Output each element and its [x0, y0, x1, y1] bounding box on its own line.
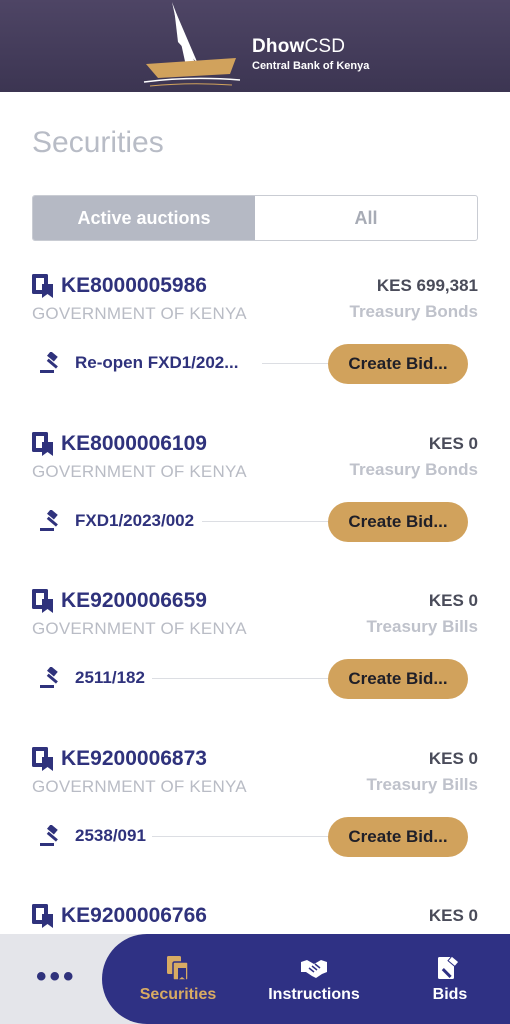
brand: DhowCSD Central Bank of Kenya [252, 36, 369, 72]
security-type: Treasury Bills [366, 774, 478, 794]
security-amount: KES 699,381 [376, 276, 478, 295]
security-issuer: GOVERNMENT OF KENYA [32, 461, 247, 481]
nav-item-securities[interactable]: Securities [136, 954, 220, 1004]
security-amount: KES 0 [428, 748, 478, 768]
gavel-icon [40, 509, 58, 531]
dhow-logo-icon [143, 2, 241, 87]
handshake-icon [301, 960, 327, 978]
nav-item-instructions[interactable]: Instructions [264, 954, 364, 1004]
security-type: Treasury Bonds [349, 302, 479, 321]
create-bid-button[interactable]: Create Bid... [328, 501, 468, 542]
security-amount: KES 0 [428, 906, 478, 925]
nav-label: Bids [432, 986, 468, 1003]
auction-name: Re-open FXD1/202... [75, 353, 245, 373]
security-issuer: GOVERNMENT OF KENYA [32, 304, 247, 323]
auction-name: 2538/091 [75, 825, 152, 846]
securities-list: KE8000005986 KES 699,381 GOVERNMENT OF K… [32, 268, 478, 1024]
nav-pill: Securities Instructions Bids [102, 934, 510, 1024]
security-issuer: GOVERNMENT OF KENYA [32, 776, 247, 796]
security-code: KE8000005986 [61, 274, 207, 297]
security-bookmark-icon [32, 746, 53, 771]
gavel-icon [40, 824, 58, 846]
brand-subtitle: Central Bank of Kenya [252, 60, 370, 72]
tab-all[interactable]: All [255, 196, 477, 240]
gavel-icon [40, 667, 58, 688]
security-bookmark-icon [32, 589, 53, 613]
auction-name: FXD1/2023/002 [75, 510, 201, 531]
security-code: KE8000006109 [61, 431, 207, 455]
tab-active-auctions[interactable]: Active auctions [33, 196, 255, 240]
more-menu-button[interactable]: ••• [36, 962, 77, 992]
create-bid-button[interactable]: Create Bid... [328, 344, 468, 384]
create-bid-button[interactable]: Create Bid... [328, 659, 468, 699]
security-bookmark-icon [32, 431, 53, 456]
security-card[interactable]: KE8000006109 KES 0 GOVERNMENT OF KENYA T… [32, 426, 478, 584]
security-card[interactable]: KE9200006659 KES 0 GOVERNMENT OF KENYA T… [32, 583, 478, 741]
security-bookmark-icon [32, 274, 53, 298]
security-type: Treasury Bills [366, 617, 478, 636]
security-card[interactable]: KE8000005986 KES 699,381 GOVERNMENT OF K… [32, 268, 478, 426]
security-amount: KES 0 [428, 433, 478, 453]
nav-label: Securities [139, 986, 217, 1003]
auction-name: 2511/182 [75, 668, 151, 688]
security-code: KE9200006766 [61, 904, 207, 927]
security-issuer: GOVERNMENT OF KENYA [32, 619, 247, 638]
gavel-icon [40, 352, 58, 373]
auction-filter-tabs: Active auctions All [32, 195, 478, 241]
security-type: Treasury Bonds [349, 459, 479, 479]
securities-icon [167, 956, 189, 981]
page-title: Securities [32, 126, 164, 159]
security-card[interactable]: KE9200006873 KES 0 GOVERNMENT OF KENYA T… [32, 741, 478, 899]
bottom-navigation: ••• Securities Instructions Bids [0, 934, 510, 1024]
nav-item-bids[interactable]: Bids [422, 954, 478, 1004]
security-code: KE9200006873 [61, 746, 207, 770]
app-header: DhowCSD Central Bank of Kenya [0, 0, 510, 92]
brand-name: DhowCSD [252, 36, 346, 57]
nav-label: Instructions [268, 986, 360, 1003]
security-amount: KES 0 [428, 591, 478, 610]
create-bid-button[interactable]: Create Bid... [328, 816, 468, 857]
bids-gavel-icon [438, 955, 460, 979]
security-bookmark-icon [32, 904, 53, 928]
security-code: KE9200006659 [61, 589, 207, 612]
